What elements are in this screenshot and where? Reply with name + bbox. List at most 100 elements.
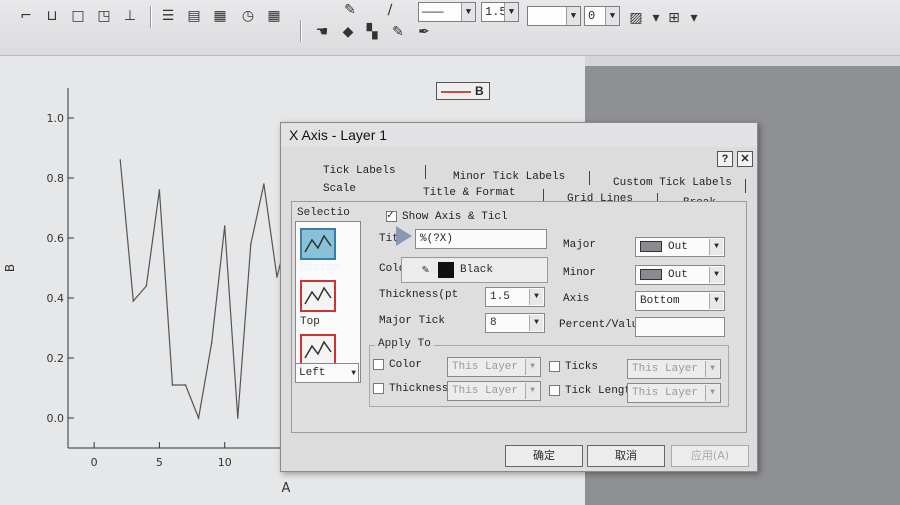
tab-tick-labels[interactable]: Tick Labels [323,165,396,177]
pages-icon[interactable]: ▤ [184,6,204,26]
table-icon[interactable]: ▦ [264,6,284,26]
chevron-down-icon[interactable]: ▼ [351,365,356,383]
major-value: Out [668,241,688,253]
major-label: Major [563,239,597,251]
apply-ticks-combo[interactable]: This Layer ▼ [627,359,721,379]
chevron-down-icon[interactable]: ▼ [709,293,723,309]
data-point [171,384,174,386]
thickness-value: 1.5 [490,291,510,303]
box-corner-icon[interactable]: ◳ [94,6,114,26]
y-tick-label: 0.4 [47,292,65,305]
show-axis-checkbox[interactable] [386,208,397,222]
line-width-combo[interactable]: 1.5 ▼ [481,2,519,22]
chevron-down-icon[interactable]: ▼ [709,267,723,283]
x-tick-label: 10 [218,456,232,469]
tab-minor-tick-labels[interactable]: Minor Tick Labels [453,171,565,183]
chevron-down-icon[interactable]: ▼ [461,3,475,21]
percent-input[interactable] [635,317,725,337]
clock-icon[interactable]: ◷ [238,6,258,26]
data-point [276,276,278,278]
chevron-down-icon[interactable]: ▼ [525,359,539,375]
grid-icon[interactable]: ⊥ [120,6,140,26]
y-tick-label: 0.8 [47,172,65,185]
lines-icon[interactable]: ☰ [158,6,178,26]
x-tick-label: 0 [91,456,98,469]
brush-icon[interactable]: ✒ [414,22,434,42]
major-combo[interactable]: Out ▼ [635,237,725,257]
fill-combo[interactable]: ▼ [527,6,581,26]
draw-icon[interactable]: ✎ [388,22,408,42]
pattern-icon[interactable]: ▨ [626,8,646,28]
apply-color-label: Color [389,359,423,371]
chevron-down-icon[interactable]: ▼ [529,315,543,331]
axis-label: Axis [563,293,590,305]
axis-top-icon[interactable] [300,280,336,312]
cancel-button[interactable]: 取消 [587,445,665,467]
apply-color-combo[interactable]: This Layer ▼ [447,357,541,377]
chevron-down-icon[interactable]: ▼ [709,239,723,255]
axis-left-icon[interactable] [300,334,336,366]
data-point [236,417,239,419]
tab-title-format[interactable]: Title & Format [423,187,515,199]
chevron-down-icon[interactable]: ▼ [525,383,539,399]
chevron-down-icon[interactable]: ▼ [605,7,619,25]
corner-icon[interactable]: ⌐ [16,6,36,26]
line-style-combo[interactable]: ――― ▼ [418,2,476,22]
color-button[interactable]: ✎ Black [401,257,548,283]
axis-bottom-icon[interactable] [300,228,336,260]
chevron-down-icon[interactable]: ▼ [566,7,580,25]
chevron-down-icon[interactable]: ▾ [684,8,704,28]
axis-select-value: Left [299,367,326,379]
stamp-icon[interactable]: ◆ [338,22,358,42]
title-input[interactable]: %(?X) [415,229,547,249]
thickness-label: Thickness(pt [379,289,459,301]
legend[interactable]: B [436,82,490,100]
apply-thickness-combo[interactable]: This Layer ▼ [447,381,541,401]
chevron-down-icon[interactable]: ▼ [705,385,719,401]
data-point [223,225,226,227]
chevron-down-icon[interactable]: ▼ [504,3,518,21]
major-tick-combo[interactable]: 8 ▼ [485,313,545,333]
apply-color-checkbox[interactable] [373,359,384,370]
close-button[interactable]: ✕ [737,151,753,167]
apply-thickness-checkbox[interactable] [373,383,384,394]
show-axis-label: Show Axis & Ticl [402,211,508,223]
axis-select-combo[interactable]: Left ▼ [295,363,359,383]
number-combo[interactable]: 0 ▼ [584,6,620,26]
chevron-down-icon[interactable]: ▼ [705,361,719,377]
x-tick-label: 5 [156,456,163,469]
axis-selection-list[interactable]: Bottom Top [295,221,361,383]
apply-tick-length-combo[interactable]: This Layer ▼ [627,383,721,403]
chevron-down-icon[interactable]: ▾ [646,8,666,28]
apply-ticks-checkbox[interactable] [549,361,560,372]
minor-value: Out [668,269,688,281]
ok-button[interactable]: 确定 [505,445,583,467]
help-button[interactable]: ? [717,151,733,167]
y-tick-label: 0.6 [47,232,65,245]
toolbar: ⌐ ⊔ □ ◳ ⊥ ☰ ▤ ▦ ◷ ▦ ☚ ◆ ▚ ✎ ✒ ✎ ∕ ――― ▼ … [0,0,900,56]
apply-tick-length-checkbox[interactable] [549,385,560,396]
data-point [158,189,161,191]
tab-scale[interactable]: Scale [323,183,356,195]
y-tick-label: 0.2 [47,352,65,365]
axis-top-label[interactable]: Top [300,316,320,328]
line-color-icon[interactable]: ∕ [380,0,400,20]
y-tick-label: 1.0 [47,112,65,125]
pointer-icon[interactable]: ☚ [312,22,332,42]
box-icon[interactable]: □ [68,6,88,26]
axis-bottom-label[interactable]: Bottom [300,262,340,274]
tab-custom-tick-labels[interactable]: Custom Tick Labels [613,177,732,189]
title-input-value: %(?X) [420,233,454,245]
tab-divider [589,171,590,185]
thickness-combo[interactable]: 1.5 ▼ [485,287,545,307]
apply-tick-length-label: Tick Lengt [565,385,632,397]
axis-combo[interactable]: Bottom ▼ [635,291,725,311]
minor-combo[interactable]: Out ▼ [635,265,725,285]
chart-icon[interactable]: ▦ [210,6,230,26]
layout-icon[interactable]: ⊞ [664,8,684,28]
chevron-down-icon[interactable]: ▼ [529,289,543,305]
apply-button[interactable]: 应用(A) [671,445,749,467]
select-icon[interactable]: ▚ [362,22,382,42]
bracket-icon[interactable]: ⊔ [42,6,62,26]
pen-color-icon[interactable]: ✎ [340,0,360,20]
